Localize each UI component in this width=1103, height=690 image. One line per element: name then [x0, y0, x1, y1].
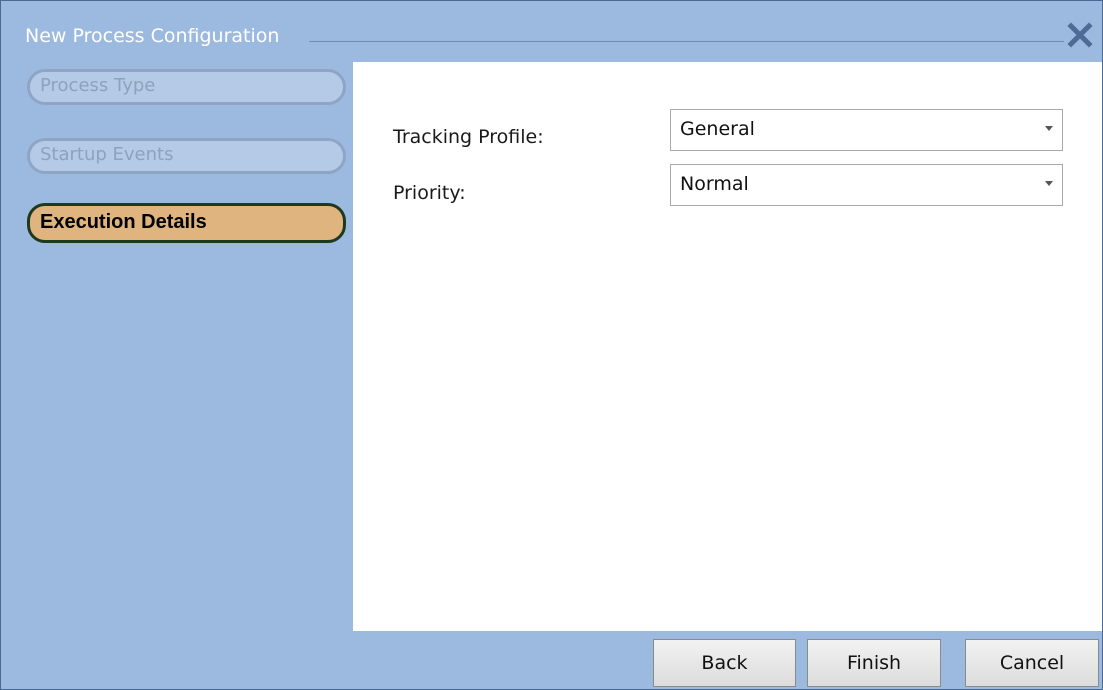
tracking-profile-value: General: [680, 118, 755, 140]
step-label: Execution Details: [40, 211, 207, 233]
title-divider: [309, 41, 1064, 42]
window-title: New Process Configuration: [25, 25, 280, 47]
step-label: Startup Events: [40, 144, 174, 165]
back-button[interactable]: Back: [653, 639, 796, 687]
step-execution-details[interactable]: Execution Details: [27, 203, 346, 243]
close-button[interactable]: [1066, 21, 1094, 49]
chevron-down-icon: [1045, 181, 1053, 186]
priority-dropdown[interactable]: Normal: [670, 164, 1063, 206]
cancel-button[interactable]: Cancel: [965, 639, 1099, 687]
tracking-profile-dropdown[interactable]: General: [670, 109, 1063, 151]
title-bar[interactable]: New Process Configuration: [1, 1, 1102, 61]
priority-label: Priority:: [393, 182, 466, 204]
step-startup-events[interactable]: Startup Events: [27, 138, 346, 174]
step-label: Process Type: [40, 75, 156, 96]
process-configuration-dialog: New Process Configuration Process Type S…: [0, 0, 1103, 690]
tracking-profile-label: Tracking Profile:: [393, 126, 544, 148]
content-panel: Tracking Profile: General Priority: Norm…: [353, 62, 1102, 631]
step-process-type[interactable]: Process Type: [27, 69, 346, 105]
chevron-down-icon: [1045, 126, 1053, 131]
priority-value: Normal: [680, 173, 749, 195]
close-icon: [1067, 22, 1093, 48]
finish-button[interactable]: Finish: [807, 639, 941, 687]
